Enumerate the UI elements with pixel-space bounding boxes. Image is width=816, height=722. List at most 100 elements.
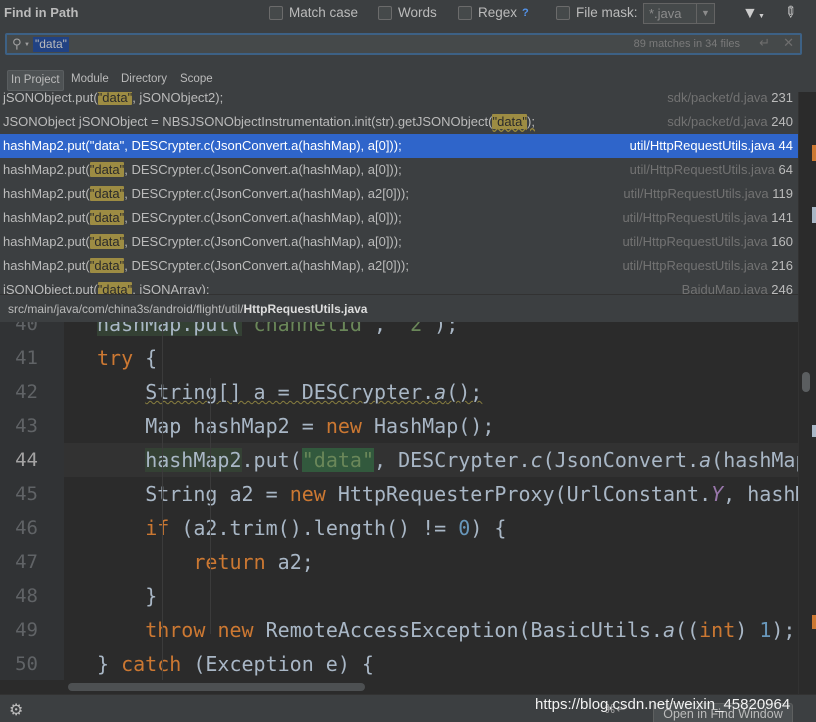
- tab-module[interactable]: Module: [68, 70, 112, 91]
- result-line-number: 119: [772, 186, 793, 201]
- newline-icon[interactable]: ↵: [759, 35, 770, 51]
- vertical-scrollbar-thumb[interactable]: [802, 372, 810, 392]
- code-preview[interactable]: 404142434445464748495051 hashMap.put("ch…: [0, 322, 798, 680]
- result-row[interactable]: hashMap2.put("data", DESCrypter.c(JsonCo…: [0, 134, 798, 158]
- pin-icon[interactable]: ✎: [779, 1, 801, 23]
- code-token: new: [289, 482, 326, 506]
- line-number: 43: [15, 415, 38, 437]
- words-option[interactable]: Words: [378, 5, 437, 20]
- search-query[interactable]: "data": [33, 37, 69, 52]
- result-location: sdk/packet/d.java 231: [667, 92, 793, 105]
- line-number: 41: [15, 347, 38, 369]
- code-token: String[] a = DESCrypter.: [145, 380, 435, 404]
- result-line-number: 141: [771, 210, 793, 225]
- result-code-suffix: , DESCrypter.c(JsonConvert.a(hashMap), a…: [124, 138, 402, 153]
- code-token: .put(: [241, 448, 302, 472]
- search-input[interactable]: ⚲ ▼ "data" 89 matches in 34 files ↵ ✕: [5, 33, 802, 55]
- file-mask-label: File mask:: [576, 5, 638, 20]
- result-file: util/HttpRequestUtils.java: [629, 138, 775, 153]
- regex-checkbox[interactable]: [458, 5, 472, 20]
- result-code-suffix: , DESCrypter.c(JsonConvert.a(hashMap), a…: [124, 162, 402, 177]
- result-code-prefix: hashMap2.put(: [3, 234, 90, 249]
- result-row[interactable]: jSONObject.put("data", jSONArray); BaiduM…: [0, 278, 798, 294]
- result-code: hashMap2.put("data", DESCrypter.c(JsonCo…: [3, 258, 409, 273]
- result-match-highlight: "data": [89, 234, 125, 249]
- regex-option[interactable]: Regex ?: [458, 5, 529, 20]
- code-token: a: [434, 380, 447, 404]
- code-token: Y: [711, 482, 724, 506]
- file-mask-option[interactable]: File mask:: [556, 5, 638, 20]
- result-code-suffix: );: [527, 114, 535, 129]
- result-row[interactable]: hashMap2.put("data", DESCrypter.c(JsonCo…: [0, 254, 798, 278]
- filter-icon[interactable]: ▼: [742, 5, 758, 23]
- result-location: sdk/packet/d.java 240: [667, 114, 793, 129]
- find-footer: ⚙ ⌘↩ Open in Find Window https://blog.cs…: [0, 694, 816, 722]
- result-code-prefix: jSONObject.put(: [3, 92, 98, 105]
- result-location: util/HttpRequestUtils.java 160: [622, 234, 793, 249]
- code-token: c: [530, 448, 543, 472]
- result-line-number: 246: [771, 282, 793, 294]
- match-case-checkbox[interactable]: [269, 5, 283, 20]
- result-row[interactable]: JSONObject jSONObject = NBSJSONObjectIns…: [0, 110, 798, 134]
- dialog-title: Find in Path: [4, 5, 79, 20]
- gear-icon[interactable]: ⚙: [9, 700, 23, 720]
- result-code: jSONObject.put("data", jSONArray);: [3, 282, 209, 294]
- result-code-suffix: , jSONObject2);: [132, 92, 224, 105]
- search-icon[interactable]: ⚲: [12, 36, 22, 52]
- result-row[interactable]: hashMap2.put("data", DESCrypter.c(JsonCo…: [0, 206, 798, 230]
- result-row[interactable]: jSONObject.put("data", jSONObject2); sdk/…: [0, 92, 798, 110]
- result-row[interactable]: hashMap2.put("data", DESCrypter.c(JsonCo…: [0, 182, 798, 206]
- code-token: hashMap.put(: [97, 322, 242, 336]
- search-area: ⚲ ▼ "data" 89 matches in 34 files ↵ ✕: [0, 28, 816, 62]
- code-token: return: [193, 550, 266, 574]
- match-count: 89 matches in 34 files: [633, 38, 740, 50]
- result-match-highlight: "data": [89, 138, 125, 153]
- result-line-number: 240: [771, 114, 793, 129]
- result-code-suffix: , DESCrypter.c(JsonConvert.a(hashMap), a…: [124, 210, 402, 225]
- result-code-suffix: , jSONArray);: [132, 282, 210, 294]
- tab-directory[interactable]: Directory: [118, 70, 170, 91]
- code-line: if (a2.trim().length() != 0) {: [64, 511, 798, 545]
- code-token: 0: [458, 516, 471, 540]
- code-token: RemoteAccessException(BasicUtils.: [253, 618, 663, 642]
- line-number: 42: [15, 381, 38, 403]
- code-token: {: [133, 346, 158, 370]
- code-token: "data": [301, 448, 374, 472]
- line-number-gutter: 404142434445464748495051: [0, 322, 64, 680]
- result-code: hashMap2.put("data", DESCrypter.c(JsonCo…: [3, 186, 409, 201]
- result-code-suffix: , DESCrypter.c(JsonConvert.a(hashMap), a…: [124, 258, 409, 273]
- result-match-highlight: "data": [97, 282, 133, 294]
- file-mask-select[interactable]: *.java ▼: [643, 3, 715, 24]
- line-number: 48: [15, 585, 38, 607]
- result-match-highlight: "data": [492, 114, 527, 129]
- code-token: ): [735, 618, 760, 642]
- result-row[interactable]: hashMap2.put("data", DESCrypter.c(JsonCo…: [0, 230, 798, 254]
- code-line: throw new RemoteAccessException(BasicUti…: [64, 613, 798, 647]
- search-history-icon[interactable]: ▼: [24, 42, 30, 48]
- close-icon[interactable]: ✕: [783, 35, 794, 51]
- match-case-option[interactable]: Match case: [269, 5, 358, 20]
- code-token: HashMap();: [361, 414, 495, 438]
- tab-in-project[interactable]: In Project: [7, 70, 64, 91]
- code-token: new: [217, 618, 254, 642]
- chevron-down-icon[interactable]: ▼: [696, 4, 714, 23]
- file-mask-checkbox[interactable]: [556, 5, 570, 20]
- code-token: catch: [121, 652, 182, 676]
- code-token: throw: [145, 618, 206, 642]
- horizontal-scrollbar[interactable]: [64, 680, 798, 694]
- code-token: , DESCrypter.: [373, 448, 531, 472]
- watermark: https://blog.csdn.net/weixin_45820964: [535, 696, 791, 713]
- tab-scope[interactable]: Scope: [177, 70, 216, 91]
- code-line: return a2;: [64, 545, 798, 579]
- result-row[interactable]: hashMap2.put("data", DESCrypter.c(JsonCo…: [0, 158, 798, 182]
- code-token: ,: [373, 322, 399, 336]
- words-label: Words: [398, 5, 437, 20]
- words-checkbox[interactable]: [378, 5, 392, 20]
- line-number: 45: [15, 483, 38, 505]
- result-code-prefix: hashMap2.put(: [3, 258, 90, 273]
- help-icon[interactable]: ?: [522, 7, 529, 19]
- filter-dropdown-icon[interactable]: ▼: [758, 13, 765, 20]
- code-line: }: [64, 579, 798, 613]
- horizontal-scrollbar-thumb[interactable]: [68, 683, 365, 691]
